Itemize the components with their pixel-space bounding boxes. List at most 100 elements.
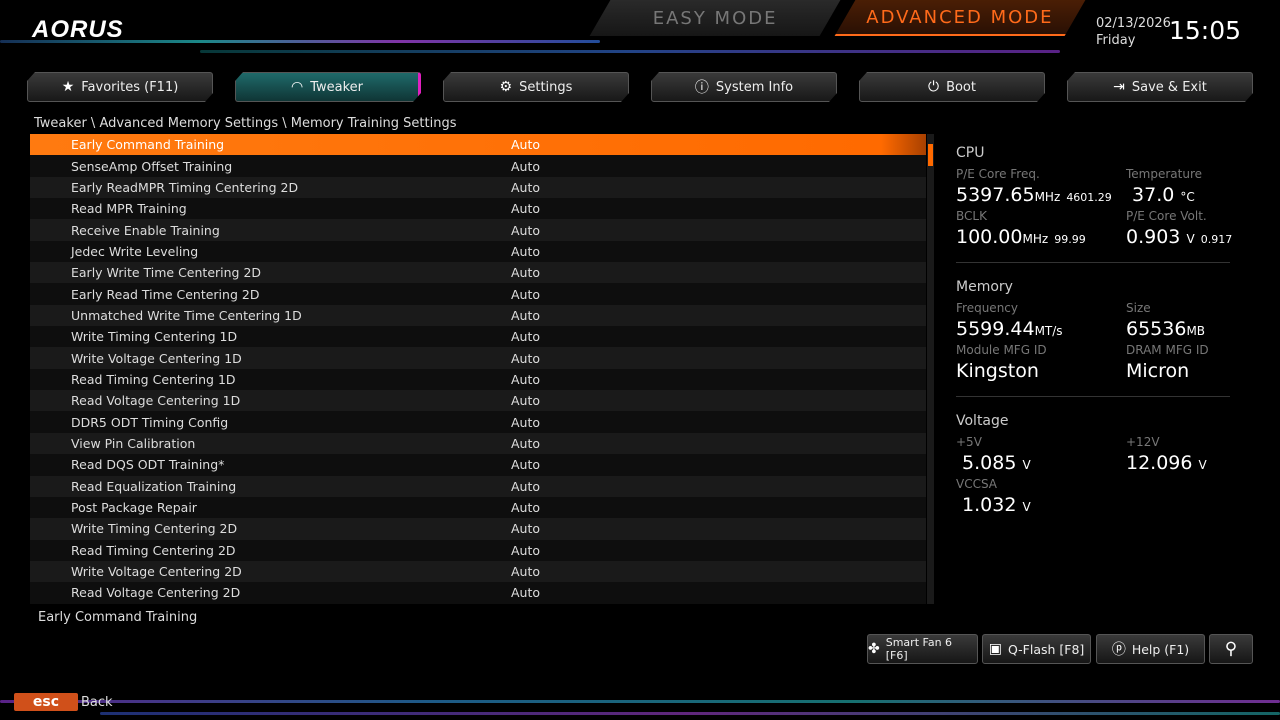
setting-value[interactable]: Auto xyxy=(511,521,540,536)
scrollbar[interactable] xyxy=(927,134,934,604)
date-display: 02/13/2026Friday xyxy=(1096,15,1171,49)
setting-row[interactable]: Early ReadMPR Timing Centering 2D Auto xyxy=(30,177,926,198)
easy-mode-button[interactable]: EASY MODE xyxy=(590,0,841,36)
setting-row[interactable]: Read Timing Centering 1D Auto xyxy=(30,369,926,390)
setting-row[interactable]: View Pin Calibration Auto xyxy=(30,433,926,454)
setting-row[interactable]: Read Voltage Centering 2D Auto xyxy=(30,582,926,603)
setting-label: Read DQS ODT Training* xyxy=(71,457,224,472)
tab-label: System Info xyxy=(716,80,793,95)
setting-label: Early Read Time Centering 2D xyxy=(71,287,259,302)
setting-row[interactable]: Write Timing Centering 1D Auto xyxy=(30,326,926,347)
setting-row[interactable]: Receive Enable TrainingAuto xyxy=(30,219,926,240)
setting-label: View Pin Calibration xyxy=(71,436,195,451)
setting-row[interactable]: Write Voltage Centering 1DAuto xyxy=(30,347,926,368)
setting-value[interactable]: Auto xyxy=(511,393,540,408)
setting-value[interactable]: Auto xyxy=(511,500,540,515)
setting-value[interactable]: Auto xyxy=(511,287,540,302)
mem-freq-label: Frequency xyxy=(956,301,1126,315)
setting-value[interactable]: Auto xyxy=(511,351,540,366)
setting-value[interactable]: Auto xyxy=(511,457,540,472)
setting-row[interactable]: Unmatched Write Time Centering 1D Auto xyxy=(30,305,926,326)
setting-row[interactable]: Read Voltage Centering 1DAuto xyxy=(30,390,926,411)
setting-row[interactable]: Early Write Time Centering 2D Auto xyxy=(30,262,926,283)
clock: 15:05 xyxy=(1169,16,1241,45)
setting-row[interactable]: Early Command TrainingAuto xyxy=(30,134,926,155)
tab-favorites[interactable]: ★Favorites (F11) xyxy=(27,72,213,102)
q-flash-button[interactable]: ▣Q-Flash [F8] xyxy=(982,634,1091,664)
setting-row[interactable]: Read MPR Training Auto xyxy=(30,198,926,219)
cpu-freq: 5397.65MHz 4601.29 xyxy=(956,184,1126,206)
day: Friday xyxy=(1096,32,1171,49)
setting-row[interactable]: Read DQS ODT Training* Auto xyxy=(30,454,926,475)
memory-section-title: Memory xyxy=(956,279,1230,295)
tab-system-info[interactable]: ⓘSystem Info xyxy=(651,72,837,102)
setting-row[interactable]: Read Equalization Training Auto xyxy=(30,476,926,497)
setting-value[interactable]: Auto xyxy=(511,329,540,344)
tab-settings[interactable]: ⚙Settings xyxy=(443,72,629,102)
exit-icon: ⇥ xyxy=(1113,79,1125,95)
setting-row[interactable]: Write Timing Centering 2DAuto xyxy=(30,518,926,539)
tab-label: Tweaker xyxy=(310,80,363,95)
vccsa: 1.032 V xyxy=(956,494,1126,516)
setting-label: Post Package Repair xyxy=(71,500,197,515)
scrollbar-thumb[interactable] xyxy=(928,144,933,166)
setting-value[interactable]: Auto xyxy=(511,585,540,600)
setting-row[interactable]: Read Timing Centering 2DAuto xyxy=(30,540,926,561)
setting-value[interactable]: Auto xyxy=(511,543,540,558)
setting-value[interactable]: Auto xyxy=(511,201,540,216)
chip-icon: ▣ xyxy=(989,641,1002,657)
setting-value[interactable]: Auto xyxy=(511,308,540,323)
setting-row[interactable]: Write Voltage Centering 2DAuto xyxy=(30,561,926,582)
breadcrumb: Tweaker \ Advanced Memory Settings \ Mem… xyxy=(34,116,457,131)
back-label[interactable]: Back xyxy=(81,695,113,710)
advanced-mode-label: ADVANCED MODE xyxy=(867,7,1054,28)
setting-row[interactable]: Early Read Time Centering 2D Auto xyxy=(30,283,926,304)
setting-value[interactable]: Auto xyxy=(511,223,540,238)
esc-button[interactable]: esc xyxy=(14,693,78,711)
mem-freq: 5599.44MT/s xyxy=(956,318,1126,340)
setting-row[interactable]: Post Package Repair Auto xyxy=(30,497,926,518)
setting-value[interactable]: Auto xyxy=(511,372,540,387)
v12-label: +12V xyxy=(1126,435,1230,449)
setting-label: Read Voltage Centering 2D xyxy=(71,585,240,600)
setting-label: Early Write Time Centering 2D xyxy=(71,265,261,280)
setting-label: Write Timing Centering 1D xyxy=(71,329,237,344)
setting-value[interactable]: Auto xyxy=(511,415,540,430)
setting-value[interactable]: Auto xyxy=(511,180,540,195)
dram-mfg-label: DRAM MFG ID xyxy=(1126,343,1230,357)
setting-value[interactable]: Auto xyxy=(511,137,540,152)
setting-row[interactable]: SenseAmp Offset TrainingAuto xyxy=(30,155,926,176)
divider xyxy=(956,396,1230,397)
setting-label: Unmatched Write Time Centering 1D xyxy=(71,308,302,323)
gauge-icon: ◠ xyxy=(291,79,303,95)
setting-value[interactable]: Auto xyxy=(511,244,540,259)
easy-mode-label: EASY MODE xyxy=(653,8,778,29)
setting-label: Read Timing Centering 1D xyxy=(71,372,236,387)
setting-label: Read MPR Training xyxy=(71,201,187,216)
smart-fan-button[interactable]: ✤Smart Fan 6 [F6] xyxy=(867,634,978,664)
search-button[interactable]: ⚲ xyxy=(1209,634,1253,664)
tab-tweaker[interactable]: ◠ Tweaker xyxy=(235,72,421,102)
tab-boot[interactable]: ⏻Boot xyxy=(859,72,1045,102)
tab-label: Settings xyxy=(519,80,572,95)
setting-value[interactable]: Auto xyxy=(511,479,540,494)
setting-label: Read Equalization Training xyxy=(71,479,236,494)
tab-save-exit[interactable]: ⇥Save & Exit xyxy=(1067,72,1253,102)
help-icon: ⓟ xyxy=(1112,639,1126,659)
date: 02/13/2026 xyxy=(1096,15,1171,32)
search-icon: ⚲ xyxy=(1225,639,1237,659)
setting-row[interactable]: Jedec Write LevelingAuto xyxy=(30,241,926,262)
decor-streak xyxy=(0,700,1280,703)
cpu-volt-label: P/E Core Volt. xyxy=(1126,209,1230,223)
setting-row[interactable]: DDR5 ODT Timing ConfigAuto xyxy=(30,411,926,432)
setting-value[interactable]: Auto xyxy=(511,436,540,451)
advanced-mode-button[interactable]: ADVANCED MODE xyxy=(835,0,1086,36)
setting-value[interactable]: Auto xyxy=(511,265,540,280)
voltage-section-title: Voltage xyxy=(956,413,1230,429)
help-button[interactable]: ⓟHelp (F1) xyxy=(1096,634,1205,664)
setting-value[interactable]: Auto xyxy=(511,564,540,579)
cpu-volt: 0.903 V 0.917 xyxy=(1126,226,1230,248)
setting-value[interactable]: Auto xyxy=(511,159,540,174)
setting-label: Early ReadMPR Timing Centering 2D xyxy=(71,180,298,195)
decor-streak xyxy=(100,712,1280,715)
